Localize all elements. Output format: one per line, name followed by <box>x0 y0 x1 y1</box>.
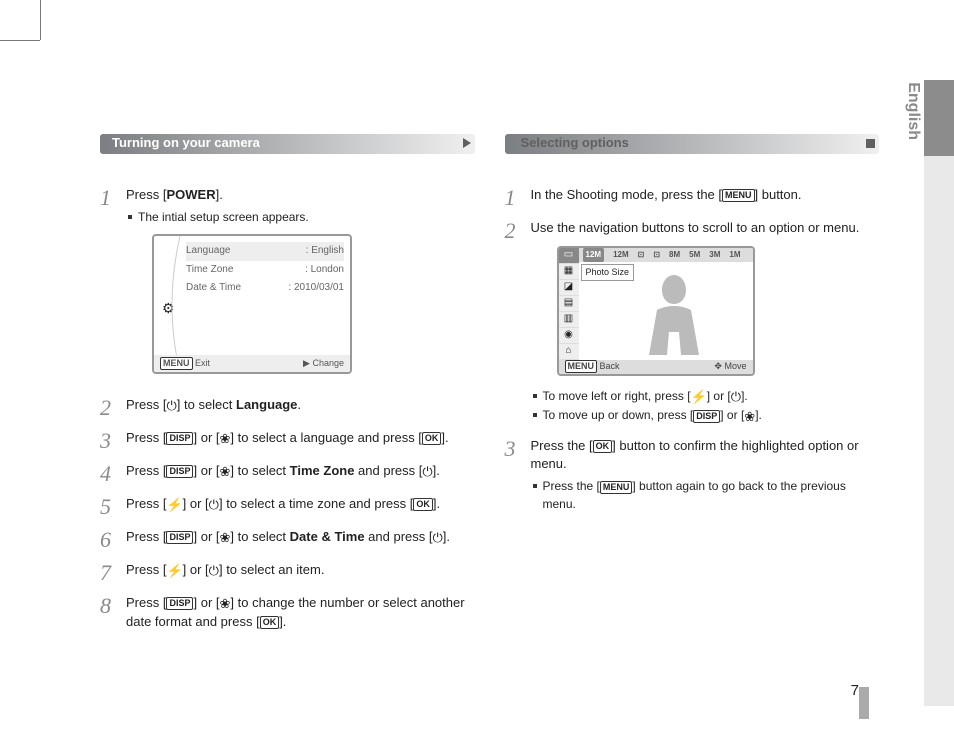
steps-list-right: 1 In the Shooting mode, press the [MENU]… <box>505 186 880 515</box>
timer-icon: ⏻ <box>166 399 176 412</box>
steps-list-left: 1 Press [POWER]. The intial setup screen… <box>100 186 475 632</box>
flower-icon: ❀ <box>744 410 755 423</box>
step-8: 8 Press [DISP] or [❀] to change the numb… <box>100 594 475 632</box>
disp-icon: DISP <box>166 531 193 544</box>
timer-icon: ⏻ <box>731 390 741 403</box>
menu-icon: MENU <box>565 360 598 373</box>
setup-row-language: Language : English <box>186 242 344 261</box>
screen-sidebar: ▭ ▦ ◪ ▤ ▥ ◉ ⌂ <box>559 248 579 360</box>
sub-bullet-item: To move up or down, press [DISP] or [❀]. <box>533 407 880 424</box>
screen-topbar: 12M 12M ⊡ ⊡ 8M 5M 3M 1M <box>579 248 753 262</box>
bullet-icon <box>533 484 537 488</box>
person-silhouette-icon <box>639 270 709 360</box>
right-column: Selecting options 1 In the Shooting mode… <box>505 130 880 699</box>
sidebar-icon-ev: ◪ <box>559 280 579 296</box>
shooting-screen-mock: ▭ ▦ ◪ ▤ ▥ ◉ ⌂ 12M 12M ⊡ ⊡ <box>557 246 755 376</box>
setup-row-timezone: Time Zone : London <box>186 261 344 280</box>
thumb-tab-rest <box>924 156 954 706</box>
sub-bullet-item: To move left or right, press [⚡] or [⏻]. <box>533 388 880 405</box>
sub-bullet-item: The intial setup screen appears. <box>128 209 475 226</box>
step-r3: 3 Press the [OK] button to confirm the h… <box>505 437 880 515</box>
flash-icon: ⚡ <box>691 390 707 403</box>
step-2: 2 Press [⏻] to select Language. <box>100 396 475 419</box>
sidebar-icon-face: ◉ <box>559 328 579 344</box>
gear-icon: ⚙ <box>162 298 175 318</box>
step-r2: 2 Use the navigation buttons to scroll t… <box>505 219 880 427</box>
menu-icon: MENU <box>160 357 193 370</box>
footer-move: ✥ Move <box>714 360 746 373</box>
setup-footer: MENU Exit ▶ Change <box>154 355 350 372</box>
shoot-footer: MENU Back ✥ Move <box>559 360 753 374</box>
power-label: POWER <box>166 187 215 202</box>
timer-icon: ⏻ <box>209 564 219 577</box>
square-icon <box>866 139 875 148</box>
setup-screen-mock: ⚙ Language : English Time Zone : London <box>152 234 352 374</box>
bullet-icon <box>128 215 132 219</box>
bullet-icon <box>533 413 537 417</box>
sub-bullet-item: Press the [MENU] button again to go back… <box>533 478 880 513</box>
ok-icon: OK <box>593 440 613 453</box>
disp-icon: DISP <box>166 597 193 610</box>
disp-icon: DISP <box>166 465 193 478</box>
top-option-selected: 12M <box>583 248 605 262</box>
step-4: 4 Press [DISP] or [❀] to select Time Zon… <box>100 462 475 485</box>
menu-icon: MENU <box>600 481 633 494</box>
section-heading-turning-on: Turning on your camera <box>100 130 475 158</box>
footer-exit: MENU Exit <box>160 357 210 370</box>
step-5: 5 Press [⚡] or [⏻] to select a time zone… <box>100 495 475 518</box>
ok-icon: OK <box>413 498 433 511</box>
heading-text: Turning on your camera <box>100 130 272 155</box>
footer-change: ▶ Change <box>303 357 344 370</box>
ok-icon: OK <box>422 432 442 445</box>
flower-icon: ❀ <box>220 465 231 478</box>
ok-icon: OK <box>260 616 280 629</box>
step-6: 6 Press [DISP] or [❀] to select Date & T… <box>100 528 475 551</box>
step-body: Press [POWER]. The intial setup screen a… <box>126 186 475 386</box>
flash-icon: ⚡ <box>166 498 182 511</box>
flash-icon: ⚡ <box>166 564 182 577</box>
page-number: 7 <box>851 682 859 699</box>
flower-icon: ❀ <box>220 597 231 610</box>
flower-icon: ❀ <box>220 531 231 544</box>
sidebar-icon-wb: ▥ <box>559 312 579 328</box>
step-7: 7 Press [⚡] or [⏻] to select an item. <box>100 561 475 584</box>
step-1: 1 Press [POWER]. The intial setup screen… <box>100 186 475 386</box>
left-column: Turning on your camera 1 Press [POWER]. … <box>100 130 475 699</box>
thumb-tab-active <box>924 80 954 156</box>
section-heading-selecting-options: Selecting options <box>505 130 880 158</box>
triangle-icon <box>463 138 471 148</box>
language-tab-label: English <box>904 82 922 140</box>
timer-icon: ⏻ <box>433 531 443 544</box>
footer-back: MENU Back <box>565 360 620 373</box>
sidebar-icon-focus: ⌂ <box>559 344 579 360</box>
disp-icon: DISP <box>693 410 720 423</box>
sidebar-icon-quality: ▦ <box>559 264 579 280</box>
page-content: Turning on your camera 1 Press [POWER]. … <box>100 130 879 699</box>
bullet-icon <box>533 394 537 398</box>
step-3: 3 Press [DISP] or [❀] to select a langua… <box>100 429 475 452</box>
tooltip-photo-size: Photo Size <box>581 264 635 281</box>
timer-icon: ⏻ <box>209 498 219 511</box>
setup-row-datetime: Date & Time : 2010/03/01 <box>186 279 344 298</box>
step-r1: 1 In the Shooting mode, press the [MENU]… <box>505 186 880 209</box>
step-number: 1 <box>100 186 126 209</box>
timer-icon: ⏻ <box>422 465 432 478</box>
sidebar-icon-iso: ▤ <box>559 296 579 312</box>
heading-text: Selecting options <box>505 130 641 155</box>
sidebar-icon-size: ▭ <box>559 248 579 264</box>
disp-icon: DISP <box>166 432 193 445</box>
flower-icon: ❀ <box>220 432 231 445</box>
page-number-bar <box>859 687 869 719</box>
menu-icon: MENU <box>722 189 755 202</box>
